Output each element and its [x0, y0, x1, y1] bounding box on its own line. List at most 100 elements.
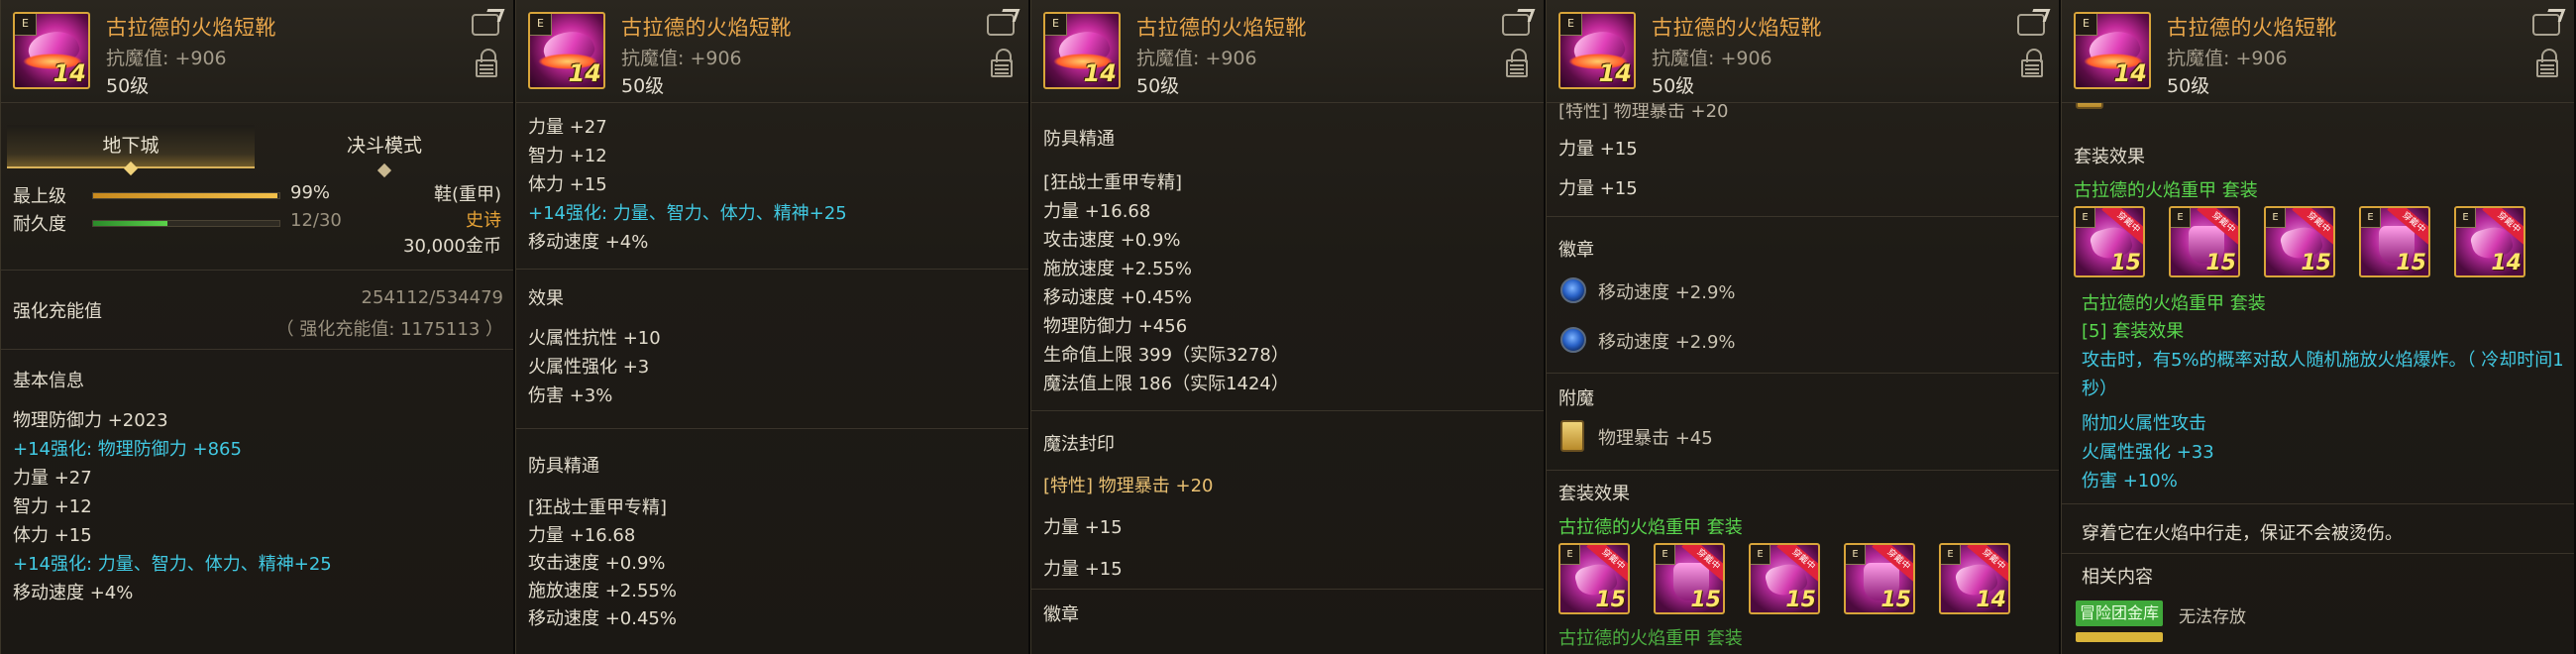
item-header: E 14 古拉德的火焰短靴 抗魔值: +906 50级 [2062, 0, 2574, 103]
mastery-line: 移动速度 +0.45% [1043, 287, 1192, 308]
tooltip-panel-1: E 14 古拉德的火焰短靴 抗魔值: +906 50级 地下城 决斗模式 最上级… [0, 0, 515, 654]
set-item-icon[interactable]: E 穿戴中 15 [1844, 543, 1915, 614]
set-item-icon[interactable]: E 穿戴中 14 [1939, 543, 2010, 614]
rarity: 史诗 [466, 210, 501, 231]
divider [516, 428, 1028, 429]
lock-icon[interactable] [2021, 49, 2043, 77]
item-header: E 14 古拉德的火焰短靴 抗魔值: +906 50级 [1031, 0, 1544, 103]
top-level-label: 最上级 [13, 186, 66, 207]
stat-line: 智力 +12 [528, 146, 607, 166]
item-resist: 抗魔值: +906 [1652, 48, 1772, 69]
set-name: 古拉德的火焰重甲 套装 [1558, 513, 1743, 539]
item-level: 50级 [2167, 75, 2210, 97]
durability-label: 耐久度 [13, 214, 66, 235]
tab-dungeon[interactable]: 地下城 [7, 125, 255, 176]
stat-line: 移动速度 +4% [528, 232, 649, 253]
flavor-text: 穿着它在火焰中行走，保证不会被烫伤。 [2082, 523, 2403, 544]
lock-icon[interactable] [476, 49, 497, 77]
divider [1031, 410, 1544, 411]
item-name: 古拉德的火焰短靴 [621, 16, 792, 40]
set-item-icon[interactable]: E 穿戴中 15 [2359, 206, 2430, 277]
seal-line: 力量 +15 [1558, 139, 1638, 160]
basic-info-title: 基本信息 [13, 371, 84, 391]
guild-bank-tag[interactable]: 冒险团金库 [2076, 600, 2164, 626]
set-title: 套装效果 [2074, 147, 2145, 167]
emblem-line: 移动速度 +2.9% [1598, 332, 1736, 353]
mastery-title: 防具精通 [1043, 129, 1115, 150]
stat-line: 物理防御力 +2023 [13, 410, 168, 431]
item-level: 50级 [106, 75, 150, 97]
set-desc-1: 攻击时，有5%的概率对敌人随机施放火焰爆炸。（ 冷却时间1 [2082, 350, 2564, 371]
set-item-icon[interactable]: E 穿戴中 15 [2264, 206, 2335, 277]
set-suffix: 套装 [1706, 517, 1743, 538]
tag-partial [2076, 632, 2163, 642]
item-level: 50级 [621, 75, 665, 97]
divider [1547, 373, 2059, 374]
lock-icon[interactable] [2536, 49, 2558, 77]
enchant-line: 物理暴击 +45 [1598, 428, 1713, 449]
price: 30,000金币 [403, 236, 501, 257]
tab-duel[interactable]: 决斗模式 [261, 125, 508, 178]
set-extra-line: 火属性强化 +33 [2082, 442, 2214, 463]
set-suffix: 套装 [2221, 180, 2258, 201]
stat-line: 体力 +15 [13, 525, 92, 546]
mastery-line: 施放速度 +2.55% [1043, 259, 1192, 279]
item-header: E 14 古拉德的火焰短靴 抗魔值: +906 50级 [516, 0, 1028, 103]
set-item-icon[interactable]: E 穿戴中 14 [2454, 206, 2525, 277]
charge-label: 强化充能值 [13, 301, 102, 322]
share-icon[interactable] [987, 14, 1015, 36]
stat-line: 体力 +15 [528, 174, 607, 195]
effect-line: 火属性抗性 +10 [528, 328, 661, 349]
emblem-icon [1560, 327, 1586, 353]
stat-line: 力量 +27 [13, 468, 92, 489]
item-resist: 抗魔值: +906 [1136, 48, 1257, 69]
enchant-card-icon [2076, 103, 2103, 109]
divider [2062, 553, 2574, 554]
seal-trait-partial: [特性] 物理暴击 +20 [1558, 103, 1729, 122]
durability-bar [92, 220, 280, 227]
stat-line: 力量 +27 [528, 117, 607, 138]
mastery-line: 攻击速度 +0.9% [528, 553, 666, 574]
mastery-title: 防具精通 [528, 456, 599, 477]
mastery-line: 攻击速度 +0.9% [1043, 230, 1181, 251]
emblem-title: 徽章 [1558, 240, 1594, 261]
durability-value: 12/30 [290, 210, 342, 231]
item-icon: E 14 [13, 12, 90, 89]
top-level-bar [92, 192, 280, 199]
set-5-effect: [5] 套装效果 [2082, 321, 2185, 342]
lock-icon[interactable] [1506, 49, 1528, 77]
item-icon: E 14 [528, 12, 605, 89]
item-resist: 抗魔值: +906 [2167, 48, 2288, 69]
tooltip-strip: E 14 古拉德的火焰短靴 抗魔值: +906 50级 地下城 决斗模式 最上级… [0, 0, 2576, 654]
stat-line: +14强化: 力量、智力、体力、精神+25 [13, 554, 332, 575]
enchant-title: 附魔 [1558, 388, 1594, 409]
share-icon[interactable] [1502, 14, 1530, 36]
share-icon[interactable] [2532, 14, 2560, 36]
emblem-line: 移动速度 +2.9% [1598, 282, 1736, 303]
item-icon: E 14 [2074, 12, 2151, 89]
tooltip-panel-2: E 14 古拉德的火焰短靴 抗魔值: +906 50级 力量 +27 智力 +12… [515, 0, 1030, 654]
mastery-line: 移动速度 +0.45% [528, 608, 677, 629]
set-item-icon[interactable]: E 穿戴中 15 [1749, 543, 1820, 614]
mastery-line: 力量 +16.68 [1043, 201, 1151, 222]
share-icon[interactable] [2017, 14, 2045, 36]
emblem-icon [1560, 277, 1586, 303]
slot-type: 鞋(重甲) [433, 184, 501, 205]
share-icon[interactable] [472, 14, 499, 36]
mastery-line: 力量 +16.68 [528, 525, 636, 546]
effect-line: 伤害 +3% [528, 385, 613, 406]
set-item-icon[interactable]: E 穿戴中 15 [2169, 206, 2240, 277]
mastery-line: 物理防御力 +456 [1043, 316, 1188, 337]
tooltip-panel-5: E 14 古拉德的火焰短靴 抗魔值: +906 50级 套装效果 古拉德的火焰重甲… [2061, 0, 2576, 654]
lock-icon[interactable] [991, 49, 1013, 77]
effect-title: 效果 [528, 288, 564, 309]
charge-value: 254112/534479 [361, 287, 504, 308]
item-name: 古拉德的火焰短靴 [106, 16, 276, 40]
set-item-icon[interactable]: E 穿戴中 15 [1654, 543, 1725, 614]
set-name-partial: 古拉德的火焰重甲 套装 [1558, 628, 1743, 649]
divider [1031, 589, 1544, 590]
set-item-icon[interactable]: E 穿戴中 15 [2074, 206, 2145, 277]
set-item-icon[interactable]: E 穿戴中 15 [1558, 543, 1630, 614]
seal-trait: [特性] 物理暴击 +20 [1043, 476, 1214, 496]
tag-note: 无法存放 [2179, 607, 2246, 627]
